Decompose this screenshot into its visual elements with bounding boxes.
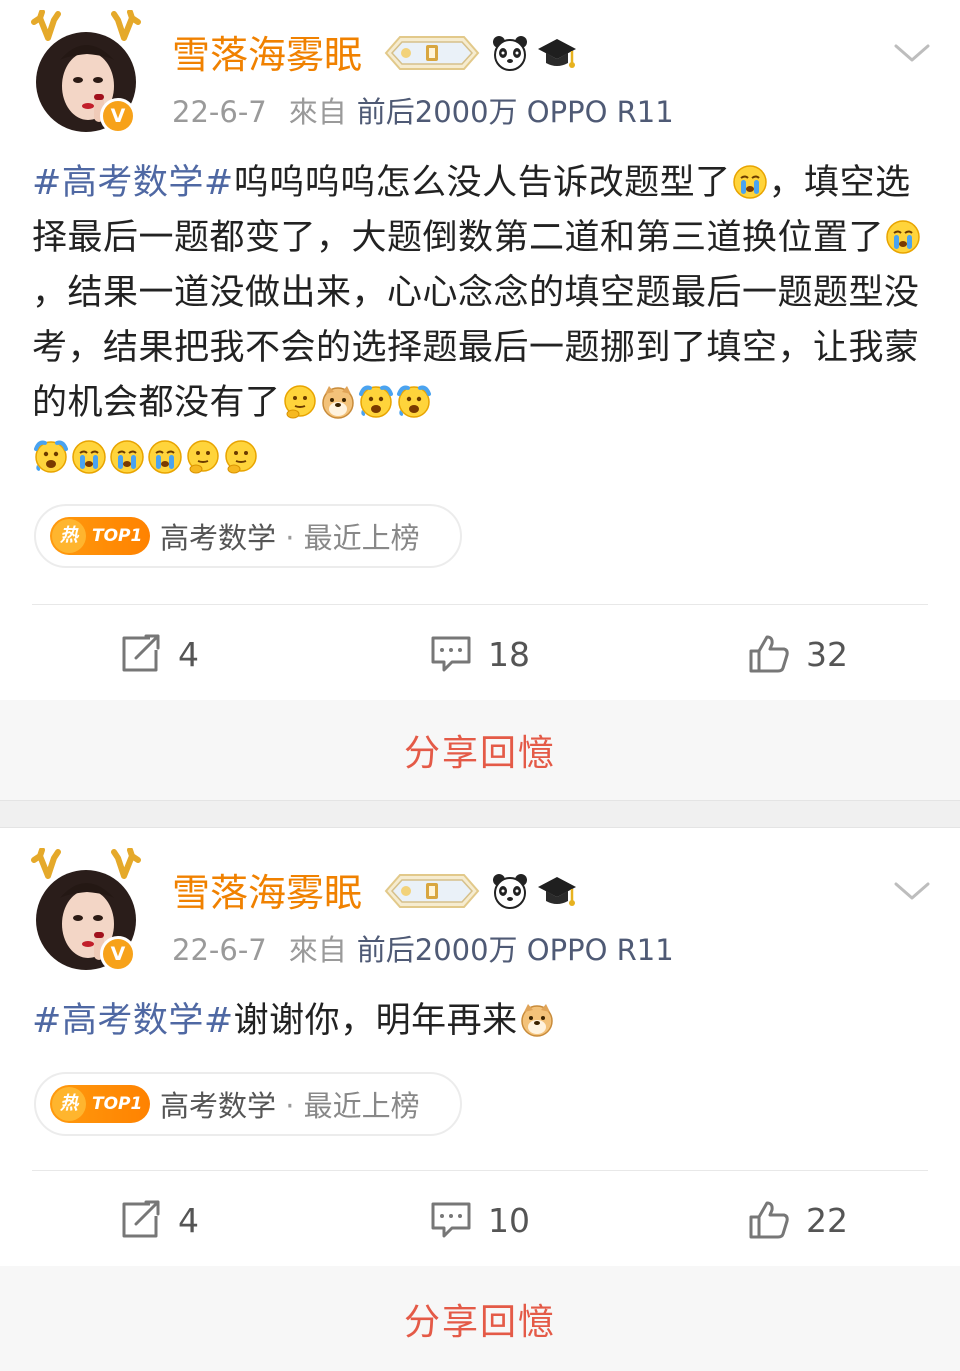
- level-badge-icon[interactable]: [380, 871, 484, 915]
- share-memory-button[interactable]: 分享回憶: [0, 700, 960, 800]
- topic-name: 高考数学: [160, 521, 277, 555]
- post-meta: 22-6-7 來自 前后2000万 OPPO R11: [172, 930, 674, 970]
- sweating-emoji-icon: [33, 439, 69, 475]
- level-badge-icon[interactable]: [380, 33, 484, 77]
- chevron-down-icon[interactable]: [892, 38, 932, 68]
- repost-count: 4: [178, 1200, 199, 1240]
- post-text-part-3: ，结果一道没做出来，心心念念的填空题最后一题题型没考，结果把我不会的选择题最后一…: [32, 273, 920, 423]
- username[interactable]: 雪落海雾眠: [172, 30, 362, 80]
- user-badges: [380, 34, 578, 76]
- thumbs-up-icon: [749, 635, 789, 673]
- action-bar: 4 18 32: [0, 606, 960, 702]
- hashtag-link[interactable]: #高考数学#: [32, 163, 234, 203]
- post-text: #高考数学#呜呜呜呜怎么没人告诉改题型了 ，填空选择最后一题都变了，大题倒数第二道…: [32, 156, 932, 486]
- comment-count: 18: [488, 634, 530, 674]
- verified-badge-icon: V: [100, 98, 136, 134]
- sweating-emoji-icon: [396, 384, 432, 420]
- repost-button[interactable]: 4: [120, 606, 199, 702]
- panda-icon[interactable]: [490, 33, 530, 77]
- topic-separator: ·: [276, 1089, 304, 1123]
- user-badges: [380, 872, 578, 914]
- crying-emoji-icon: [885, 219, 921, 255]
- crying-emoji-icon: [109, 439, 145, 475]
- chevron-down-icon[interactable]: [892, 876, 932, 906]
- topic-status: 最近上榜: [303, 1089, 420, 1123]
- user-avatar[interactable]: [30, 848, 142, 972]
- post-text: #高考数学#谢谢你，明年再来: [32, 994, 932, 1049]
- topic-text: 高考数学 · 最近上榜: [160, 515, 420, 557]
- from-label: 來自: [288, 95, 347, 129]
- topic-separator: ·: [276, 521, 304, 555]
- like-count: 22: [806, 1200, 848, 1240]
- rank-label: TOP1: [92, 1094, 143, 1114]
- doge-emoji-icon: [519, 1002, 555, 1038]
- post-meta: 22-6-7 來自 前后2000万 OPPO R11: [172, 92, 674, 132]
- like-button[interactable]: 32: [748, 606, 848, 702]
- hot-topic-chip[interactable]: 热 TOP1 高考数学 · 最近上榜: [34, 1072, 462, 1136]
- top-rank-badge: 热 TOP1: [50, 1085, 150, 1123]
- comment-icon: [431, 1202, 471, 1238]
- hot-label: 热: [52, 519, 86, 553]
- repost-button[interactable]: 4: [120, 1172, 199, 1268]
- repost-icon: [122, 634, 160, 672]
- thinking-emoji-icon: [223, 439, 259, 475]
- like-button[interactable]: 22: [748, 1172, 848, 1268]
- post-text-part-1: 谢谢你，明年再来: [233, 1001, 518, 1041]
- topic-text: 高考数学 · 最近上榜: [160, 1083, 420, 1125]
- graduation-cap-icon[interactable]: [536, 871, 578, 915]
- sweating-emoji-icon: [358, 384, 394, 420]
- top-rank-badge: 热 TOP1: [50, 517, 150, 555]
- repost-count: 4: [178, 634, 199, 674]
- repost-icon: [122, 1200, 160, 1238]
- post-date: 22-6-7: [172, 933, 267, 967]
- topic-status: 最近上榜: [303, 521, 420, 555]
- rank-label: TOP1: [92, 526, 143, 546]
- crying-emoji-icon: [147, 439, 183, 475]
- from-label: 來自: [288, 933, 347, 967]
- doge-emoji-icon: [320, 384, 356, 420]
- crying-emoji-icon: [71, 439, 107, 475]
- post-source[interactable]: 前后2000万 OPPO R11: [357, 95, 674, 129]
- post-source[interactable]: 前后2000万 OPPO R11: [357, 933, 674, 967]
- graduation-cap-icon[interactable]: [536, 33, 578, 77]
- thinking-emoji-icon: [282, 384, 318, 420]
- panda-icon[interactable]: [490, 871, 530, 915]
- crying-emoji-icon: [732, 164, 768, 200]
- divider: [32, 1170, 928, 1171]
- thumbs-up-icon: [749, 1201, 789, 1239]
- username[interactable]: 雪落海雾眠: [172, 868, 362, 918]
- share-memory-button[interactable]: 分享回憶: [0, 1266, 960, 1371]
- post-text-part-1: 呜呜呜呜怎么没人告诉改题型了: [233, 163, 731, 203]
- hot-topic-chip[interactable]: 热 TOP1 高考数学 · 最近上榜: [34, 504, 462, 568]
- like-count: 32: [806, 634, 848, 674]
- hot-label: 热: [52, 1087, 86, 1121]
- hashtag-link[interactable]: #高考数学#: [32, 1001, 234, 1041]
- action-bar: 4 10 22: [0, 1172, 960, 1268]
- post-date: 22-6-7: [172, 95, 267, 129]
- weibo-post-1: V 雪落海雾眠 22-6-7 來自 前后2000万 OPPO R11 #高考数学…: [0, 0, 960, 800]
- topic-name: 高考数学: [160, 1089, 277, 1123]
- comment-icon: [431, 636, 471, 672]
- comment-button[interactable]: 18: [430, 606, 530, 702]
- divider: [32, 604, 928, 605]
- post-separator: [0, 800, 960, 828]
- comment-count: 10: [488, 1200, 530, 1240]
- thinking-emoji-icon: [185, 439, 221, 475]
- comment-button[interactable]: 10: [430, 1172, 530, 1268]
